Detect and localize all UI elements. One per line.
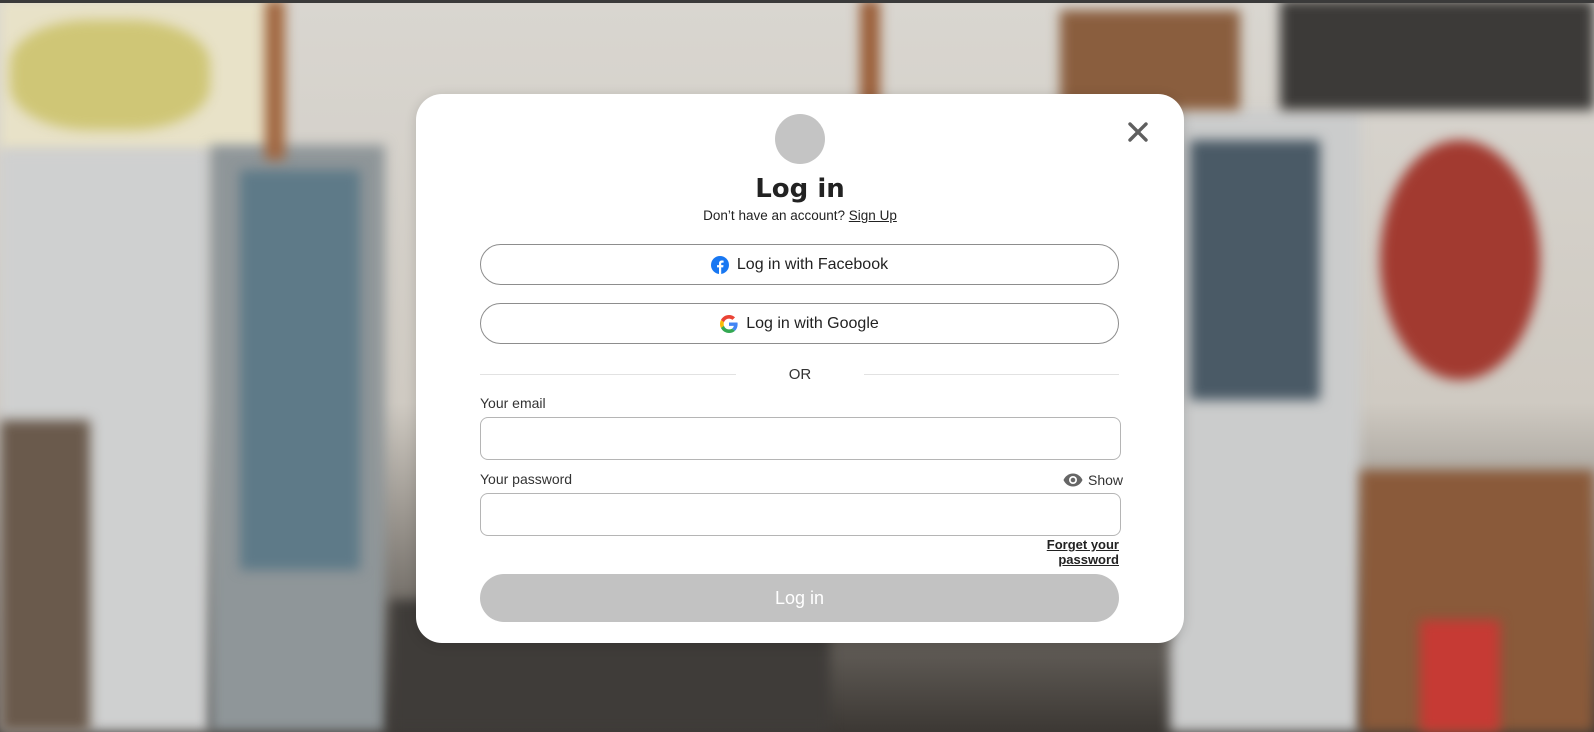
close-icon[interactable]: [1127, 121, 1149, 143]
signup-prompt: Don’t have an account? Sign Up: [416, 208, 1184, 223]
show-password-label: Show: [1088, 472, 1124, 488]
email-label: Your email: [480, 395, 546, 411]
facebook-login-button[interactable]: Log in with Facebook: [480, 244, 1119, 285]
forgot-password-link[interactable]: Forget your password: [983, 537, 1119, 567]
or-divider-text: OR: [788, 366, 812, 383]
login-modal: Log in Don’t have an account? Sign Up Lo…: [416, 94, 1184, 643]
divider-left: [480, 374, 736, 375]
signup-prompt-text: Don’t have an account?: [703, 208, 846, 223]
page-title: Log in: [755, 174, 845, 204]
top-border: [0, 0, 1594, 3]
password-label: Your password: [480, 471, 573, 487]
google-icon: [720, 314, 738, 333]
facebook-icon: [710, 255, 729, 274]
show-password-toggle[interactable]: Show: [1063, 471, 1123, 489]
sign-up-link[interactable]: Sign Up: [849, 208, 897, 223]
password-field[interactable]: [480, 493, 1121, 536]
login-submit-button[interactable]: Log in: [480, 574, 1119, 622]
eye-icon: [1063, 473, 1083, 487]
email-field[interactable]: [480, 417, 1121, 460]
google-login-label: Log in with Google: [746, 314, 879, 332]
facebook-login-label: Log in with Facebook: [736, 255, 889, 273]
google-login-button[interactable]: Log in with Google: [480, 303, 1119, 344]
divider-right: [864, 374, 1119, 375]
logo-placeholder: [775, 114, 825, 164]
